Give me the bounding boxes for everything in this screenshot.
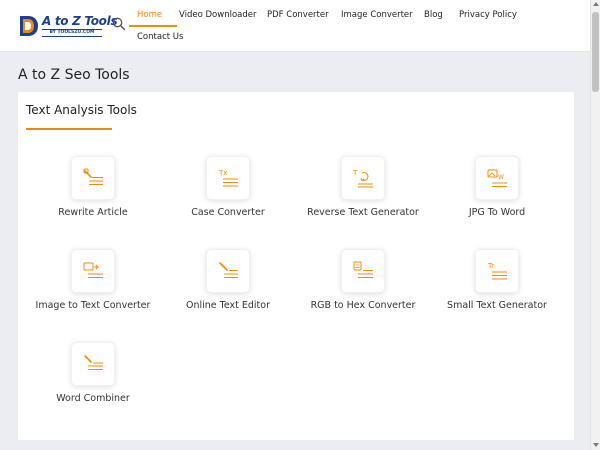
rewrite-article-icon: [83, 168, 103, 185]
image-to-text-icon: [83, 262, 103, 278]
page-title: A to Z Seo Tools: [18, 67, 130, 83]
tool-label: Small Text Generator: [447, 300, 547, 311]
tool-icon-box: [206, 249, 250, 293]
tool-icon-box: Tr: [475, 249, 519, 293]
tool-case-converter[interactable]: Tx Case Converter: [163, 156, 293, 236]
site-logo[interactable]: A to Z Tools BY TOOLSZU.COM: [18, 14, 118, 38]
svg-text:Tr: Tr: [487, 262, 494, 270]
scroll-down-arrow-icon[interactable]: [593, 443, 599, 447]
svg-text:T: T: [352, 169, 358, 177]
svg-text:W: W: [498, 174, 504, 181]
tool-jpg-to-word[interactable]: W JPG To Word: [432, 156, 562, 236]
nav-video-downloader[interactable]: Video Downloader: [179, 10, 257, 21]
nav-pdf-converter[interactable]: PDF Converter: [267, 10, 329, 21]
tool-rgb-to-hex-converter[interactable]: RGB to Hex Converter: [298, 249, 428, 329]
svg-text:Tx: Tx: [218, 169, 227, 177]
tool-rewrite-article[interactable]: Rewrite Article: [28, 156, 158, 236]
tool-label: Word Combiner: [56, 393, 130, 404]
tool-small-text-generator[interactable]: Tr Small Text Generator: [432, 249, 562, 329]
word-combiner-icon: [84, 355, 103, 370]
small-text-icon: Tr: [487, 262, 507, 280]
search-button[interactable]: [111, 15, 127, 33]
section-title-underline: [26, 128, 112, 130]
scroll-thumb[interactable]: [592, 12, 599, 92]
nav-privacy-policy[interactable]: Privacy Policy: [459, 10, 517, 21]
text-editor-icon: [219, 262, 238, 278]
page-scrollbar[interactable]: [590, 0, 600, 450]
nav-home[interactable]: Home: [137, 10, 162, 21]
tool-icon-box: [71, 249, 115, 293]
jpg-to-word-icon: W: [487, 169, 507, 187]
logo-mark-icon: [20, 16, 38, 36]
scroll-up-arrow-icon[interactable]: [593, 2, 599, 6]
tool-label: JPG To Word: [468, 207, 526, 218]
site-header: A to Z Tools BY TOOLSZU.COM Home Video D…: [0, 0, 590, 52]
rgb-to-hex-icon: [353, 261, 373, 278]
tool-icon-box: [71, 156, 115, 200]
tool-word-combiner[interactable]: Word Combiner: [28, 342, 158, 422]
tool-icon-box: T: [341, 156, 385, 200]
nav-blog[interactable]: Blog: [424, 10, 443, 21]
tools-card: Text Analysis Tools Rewrite Article Tx C…: [18, 92, 574, 440]
tool-icon-box: [71, 342, 115, 386]
logo-title: A to Z Tools: [42, 14, 118, 28]
nav-contact-us[interactable]: Contact Us: [137, 32, 183, 43]
section-title: Text Analysis Tools: [26, 103, 137, 117]
tool-image-to-text-converter[interactable]: Image to Text Converter: [28, 249, 158, 329]
tool-icon-box: W: [475, 156, 519, 200]
tool-icon-box: [341, 249, 385, 293]
search-icon: [112, 17, 126, 31]
tool-icon-box: Tx: [206, 156, 250, 200]
case-converter-icon: Tx: [218, 169, 238, 187]
tool-reverse-text-generator[interactable]: T Reverse Text Generator: [298, 156, 428, 236]
nav-active-underline: [129, 25, 177, 27]
tool-online-text-editor[interactable]: Online Text Editor: [163, 249, 293, 329]
logo-subtitle: BY TOOLSZU.COM: [42, 29, 102, 37]
nav-image-converter[interactable]: Image Converter: [341, 10, 413, 21]
reverse-text-icon: T: [352, 169, 373, 188]
